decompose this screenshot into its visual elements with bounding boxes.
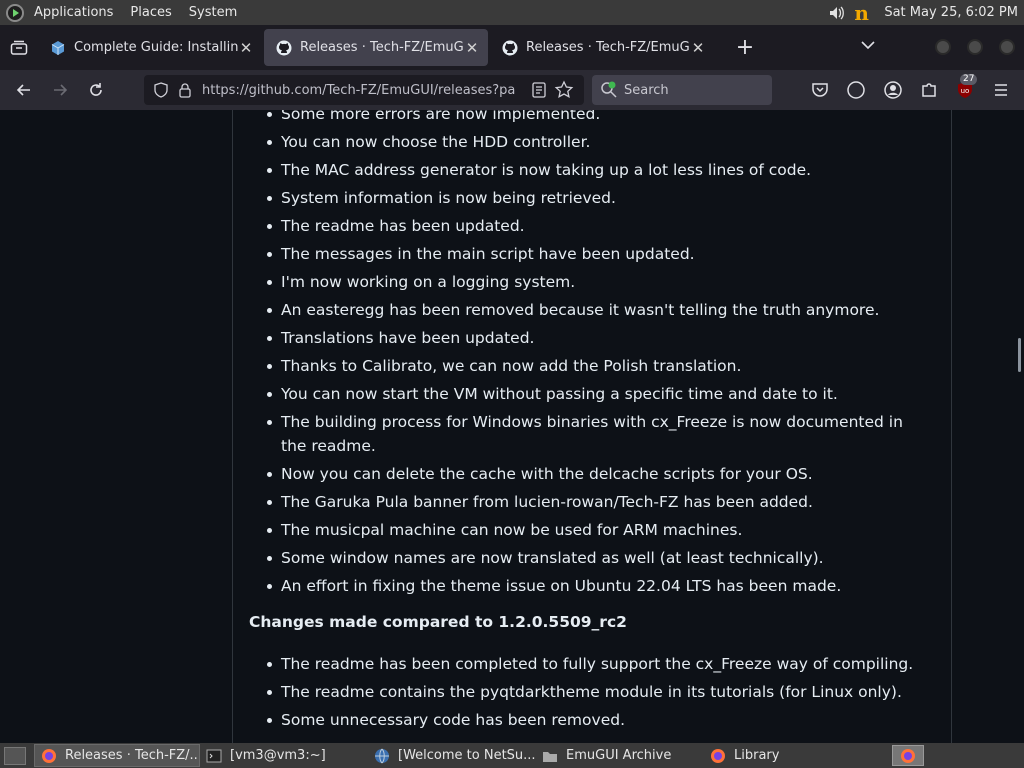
list-item: I'm now working on a logging system. — [267, 270, 931, 294]
forward-button[interactable] — [44, 74, 76, 106]
github-icon — [502, 40, 518, 55]
firefox-icon — [711, 748, 725, 763]
applications-menu[interactable]: Applications — [34, 5, 113, 20]
svg-text:uo: uo — [961, 87, 970, 95]
firefox-view-button[interactable] — [0, 25, 38, 70]
reader-view-icon[interactable] — [530, 81, 548, 99]
search-engine-icon — [601, 81, 617, 98]
github-icon — [276, 40, 292, 55]
pocket-icon[interactable] — [810, 80, 830, 100]
places-menu[interactable]: Places — [130, 5, 171, 20]
terminal-icon — [206, 749, 222, 762]
distro-logo-icon[interactable] — [6, 3, 24, 22]
close-tab-icon[interactable]: ✕ — [238, 40, 254, 56]
new-tab-button[interactable]: + — [730, 33, 760, 63]
tab-releases-active[interactable]: Releases · Tech-FZ/EmuGUI ✕ — [264, 29, 488, 66]
system-menu[interactable]: System — [189, 5, 237, 20]
section-heading: Changes made compared to 1.2.0.5509_rc2 — [249, 613, 627, 631]
list-item: Some unnecessary code has been removed. — [267, 708, 931, 732]
list-item: Thanks to Calibrato, we can now add the … — [267, 354, 931, 378]
volume-icon[interactable] — [828, 4, 846, 22]
taskbar-item-emugui-archive[interactable]: EmuGUI Archive — [536, 744, 704, 767]
list-item: The building process for Windows binarie… — [267, 410, 931, 458]
panel-tray: n Sat May 25, 6:02 PM — [828, 0, 1024, 25]
list-item: An easteregg has been removed because it… — [267, 298, 931, 322]
list-item: An effort in fixing the theme issue on U… — [267, 574, 931, 598]
tracking-protection-shield-icon[interactable] — [150, 81, 172, 99]
globe-icon — [375, 748, 389, 763]
cube-favicon-icon — [51, 40, 65, 55]
taskbar-item-library[interactable]: Library — [704, 744, 874, 767]
list-item: You can now choose the HDD controller. — [267, 130, 931, 154]
release-notes-list: Some more errors are now implemented. You… — [267, 110, 931, 602]
task-label: [vm3@vm3:~] — [230, 748, 326, 763]
search-placeholder: Search — [624, 82, 669, 98]
back-arrow-icon — [16, 84, 30, 96]
list-item: The messages in the main script have bee… — [267, 242, 931, 266]
firefox-icon — [901, 748, 915, 763]
list-item: Some window names are now translated as … — [267, 546, 931, 570]
reload-icon — [90, 83, 102, 96]
task-label: EmuGUI Archive — [566, 748, 672, 763]
folder-icon — [543, 751, 557, 762]
list-item: The MAC address generator is now taking … — [267, 158, 931, 182]
web-page-content[interactable]: Some more errors are now implemented. You… — [0, 110, 1024, 743]
firefox-view-icon — [10, 40, 28, 55]
taskbar-item-terminal[interactable]: [vm3@vm3:~] — [200, 744, 368, 767]
tab-title: Complete Guide: Installing — [74, 40, 238, 55]
tab-bar: Complete Guide: Installing ✕ Releases · … — [0, 25, 1024, 70]
tab-releases[interactable]: Releases · Tech-FZ/EmuGUI ✕ — [490, 29, 714, 66]
task-label: Library — [734, 748, 780, 763]
close-tab-icon[interactable]: ✕ — [464, 40, 480, 56]
list-item: Translations have been updated. — [267, 326, 931, 350]
navigation-bar: https://github.com/Tech-FZ/EmuGUI/releas… — [0, 70, 1024, 110]
url-text[interactable]: https://github.com/Tech-FZ/EmuGUI/releas… — [202, 83, 520, 98]
extension-badge: 27 — [960, 74, 978, 85]
hamburger-menu-icon[interactable] — [991, 80, 1011, 100]
bottom-taskbar: Releases · Tech-FZ/... [vm3@vm3:~] [Welc… — [0, 743, 1024, 768]
list-item: Now you can delete the cache with the de… — [267, 462, 931, 486]
tab-title: Releases · Tech-FZ/EmuGUI — [300, 40, 464, 55]
list-item: Some more errors are now implemented. — [267, 110, 931, 126]
list-item: The readme contains the pyqtdarktheme mo… — [267, 680, 931, 704]
lock-icon[interactable] — [174, 81, 196, 99]
close-tab-icon[interactable]: ✕ — [690, 40, 706, 56]
url-bar[interactable]: https://github.com/Tech-FZ/EmuGUI/releas… — [144, 75, 584, 105]
firefox-icon — [42, 748, 56, 763]
task-label: [Welcome to NetSu... — [398, 748, 536, 763]
taskbar-item-firefox-releases[interactable]: Releases · Tech-FZ/... — [34, 744, 200, 767]
changes-list: The readme has been completed to fully s… — [267, 652, 931, 736]
task-label: Releases · Tech-FZ/... — [65, 748, 200, 763]
release-body: Some more errors are now implemented. You… — [232, 110, 952, 743]
minimize-window-button[interactable] — [935, 39, 951, 55]
back-button[interactable] — [8, 74, 40, 106]
list-item: The musicpal machine can now be used for… — [267, 518, 931, 542]
list-item: The readme has been updated. — [267, 214, 931, 238]
forward-arrow-icon — [54, 84, 68, 96]
taskbar-item-netsurf[interactable]: [Welcome to NetSu... — [368, 744, 536, 767]
extensions-puzzle-icon[interactable] — [919, 80, 939, 100]
update-notifier-icon[interactable]: n — [854, 3, 876, 23]
top-panel: Applications Places System n Sat May 25,… — [0, 0, 1024, 25]
list-item: System information is now being retrieve… — [267, 186, 931, 210]
close-window-button[interactable] — [999, 39, 1015, 55]
maximize-window-button[interactable] — [967, 39, 983, 55]
clock[interactable]: Sat May 25, 6:02 PM — [884, 5, 1018, 20]
list-item: The readme has been completed to fully s… — [267, 652, 931, 676]
tab-title: Releases · Tech-FZ/EmuGUI — [526, 40, 690, 55]
account-icon[interactable] — [883, 80, 903, 100]
panel-menu: Applications Places System — [0, 0, 262, 25]
circle-extension-icon[interactable] — [846, 80, 866, 100]
list-item: The Garuka Pula banner from lucien-rowan… — [267, 490, 931, 514]
bookmark-star-icon[interactable] — [554, 80, 574, 100]
list-item: You can now start the VM without passing… — [267, 382, 931, 406]
tab-complete-guide[interactable]: Complete Guide: Installing ✕ — [38, 29, 262, 66]
scrollbar-thumb[interactable] — [1018, 338, 1021, 372]
list-all-tabs-chevron-down-icon[interactable] — [858, 35, 878, 55]
search-bar[interactable]: Search — [592, 75, 772, 105]
workspace-switcher[interactable] — [892, 745, 924, 766]
reload-button[interactable] — [80, 74, 112, 106]
show-desktop-icon[interactable] — [4, 746, 26, 765]
